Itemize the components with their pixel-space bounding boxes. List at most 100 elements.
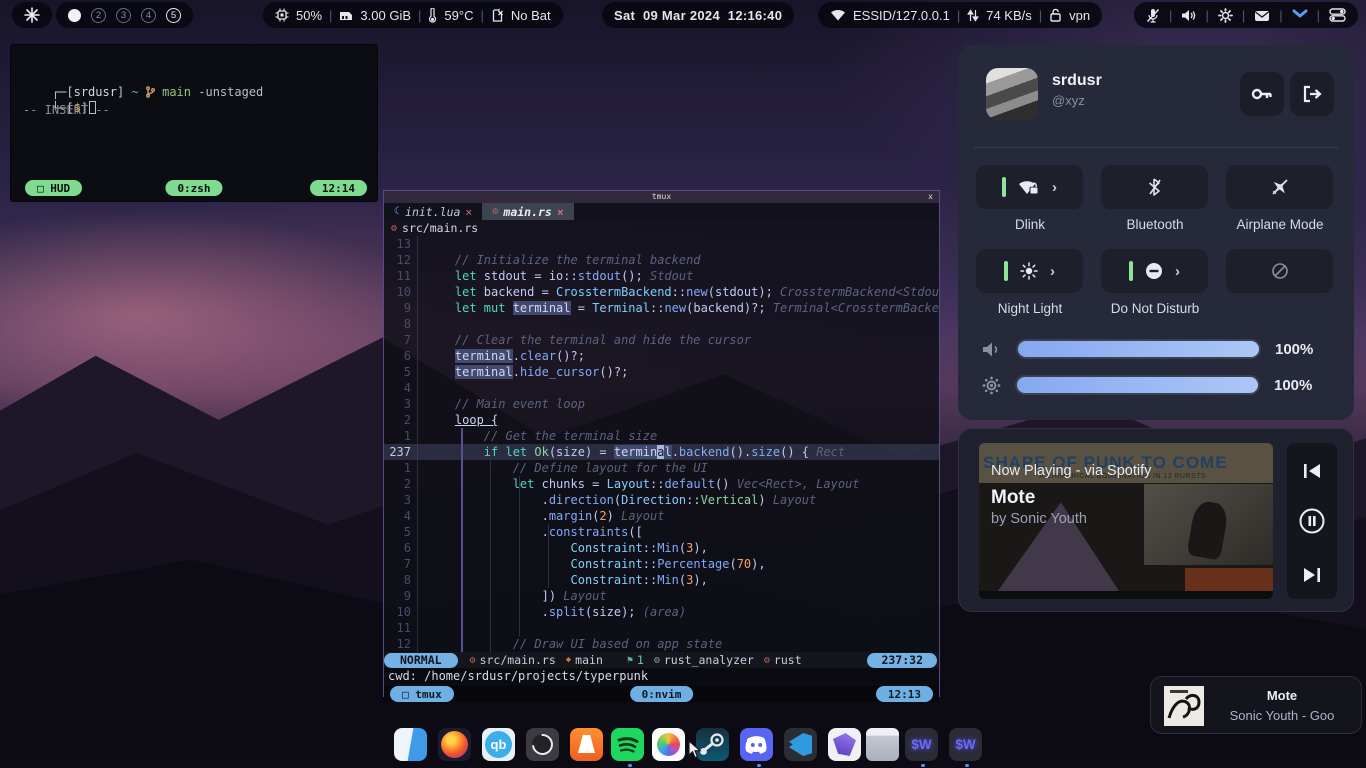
code-line: 2 let chunks = Layout::default() Vec<Rec… (384, 476, 939, 492)
cpu-usage: 50% (296, 8, 322, 23)
cwd-line: cwd: /home/srdusr/projects/typerpunk (384, 668, 939, 684)
vim-mode-pill: NORMAL (384, 653, 458, 668)
next-icon (1302, 567, 1322, 583)
star-launcher-icon[interactable] (24, 7, 40, 23)
previous-track-button[interactable] (1287, 451, 1337, 491)
notification-popup[interactable]: Mote Sonic Youth - Goo (1150, 676, 1362, 734)
tmux-window-pill[interactable]: 0:zsh (165, 180, 222, 196)
close-icon[interactable]: x (928, 192, 933, 201)
next-track-button[interactable] (1287, 555, 1337, 595)
toggle-empty[interactable] (1226, 249, 1333, 293)
rust-icon: ⚙ (764, 655, 770, 666)
statusline: NORMAL ⚙ src/main.rs ◆ main ⚑ 1 ⚙ rust_a… (384, 652, 939, 668)
temperature-icon (428, 8, 437, 23)
dock-obs-icon[interactable] (526, 728, 559, 761)
code-line: 1 // Get the terminal size (384, 428, 939, 444)
wifi-icon (830, 9, 846, 21)
separator: | (1039, 8, 1042, 23)
blank-circle-icon (1271, 262, 1289, 280)
dock-trash-icon[interactable] (866, 728, 899, 761)
microphone-muted-icon[interactable] (1146, 8, 1160, 23)
toggle-label-airplane: Airplane Mode (1215, 217, 1345, 232)
chevron-right-icon[interactable]: › (1175, 263, 1180, 280)
dock-discord-icon[interactable] (740, 728, 773, 761)
workspace-4[interactable]: 4 (141, 8, 156, 23)
separator: | (1242, 8, 1245, 23)
prompt-frame: ] (117, 85, 131, 99)
speaker-icon[interactable] (1181, 9, 1196, 22)
dock-vlc-icon[interactable] (570, 728, 603, 761)
clock-pill[interactable]: Sat 09 Mar 2024 12:16:40 (602, 2, 794, 28)
tmux-session-pill[interactable]: □ tmux (390, 686, 454, 702)
separator: | (1169, 8, 1172, 23)
temperature-value: 59°C (444, 8, 473, 23)
dock-spotify-icon[interactable] (611, 728, 644, 761)
toggles-icon[interactable] (1329, 8, 1346, 22)
tmux-clock-pill: 12:14 (310, 180, 367, 196)
pause-button[interactable] (1287, 501, 1337, 541)
code-line: 12 // Draw UI based on app state (384, 636, 939, 652)
chevron-down-icon[interactable] (1292, 9, 1308, 21)
tab-label: init.lua (405, 205, 460, 219)
wifi-lock-icon (1018, 179, 1040, 196)
workspace-1-active-dot[interactable] (68, 9, 81, 22)
toggle-label-bluetooth: Bluetooth (1090, 217, 1220, 232)
pause-icon (1299, 508, 1325, 534)
dock-qbittorrent-icon[interactable]: qb (482, 728, 515, 761)
toggle-airplane-mode[interactable] (1226, 165, 1333, 209)
running-indicator (757, 764, 761, 767)
dock-firefox-icon[interactable] (438, 728, 471, 761)
volume-slider-row: 100% (982, 339, 1323, 359)
network-speed-icon (967, 9, 979, 22)
chevron-right-icon[interactable]: › (1050, 263, 1055, 280)
network-pill[interactable]: ESSID/127.0.0.1 | 74 KB/s | vpn (818, 2, 1102, 28)
editor-window[interactable]: tmux x ☾ init.lua × ⚙ main.rs × ⚙ src/ma… (383, 190, 940, 697)
launcher-pill[interactable] (12, 2, 52, 28)
toggle-label-dlink: Dlink (965, 217, 1095, 232)
separator: | (1317, 8, 1320, 23)
user-name: srdusr (1052, 72, 1102, 90)
workspace-5[interactable]: 5 (166, 8, 181, 23)
password-key-button[interactable] (1240, 72, 1284, 116)
logout-button[interactable] (1290, 72, 1334, 116)
volume-slider[interactable] (1016, 339, 1261, 359)
dock-sw-app-icon[interactable]: $W (905, 728, 938, 761)
brightness-slider-row: 100% (982, 375, 1322, 395)
volume-value: 100% (1275, 341, 1323, 358)
workspace-3[interactable]: 3 (116, 8, 131, 23)
running-indicator (965, 764, 969, 767)
prompt-branch: main (162, 85, 191, 99)
tmux-session-pill[interactable]: □ HUD (25, 180, 82, 196)
code-line: 8 Constraint::Min(3), (384, 572, 939, 588)
firefox-logo (441, 731, 468, 758)
code-area[interactable]: 1312 // Initialize the terminal backend1… (384, 236, 939, 652)
tab-close-icon[interactable]: × (557, 205, 564, 219)
winbar-breadcrumb: ⚙ src/main.rs (384, 220, 939, 236)
workspace-2[interactable]: 2 (91, 8, 106, 23)
dock-obsidian-icon[interactable] (828, 728, 861, 761)
dock-vscode-icon[interactable] (784, 728, 817, 761)
toggle-bluetooth[interactable] (1101, 165, 1208, 209)
tab-init-lua[interactable]: ☾ init.lua × (384, 203, 482, 220)
dock-photos-icon[interactable] (652, 728, 685, 761)
chevron-right-icon[interactable]: › (1052, 179, 1057, 196)
dock-files-icon[interactable] (394, 728, 427, 761)
tmux-window-pill[interactable]: 0:nvim (630, 686, 694, 702)
settings-gear-icon[interactable] (1218, 8, 1233, 23)
mail-icon[interactable] (1254, 9, 1270, 22)
indent-guide-active (461, 428, 463, 652)
dock-sw-app-icon-2[interactable]: $W (949, 728, 982, 761)
brightness-slider[interactable] (1015, 375, 1260, 395)
minus-circle-icon (1145, 262, 1163, 280)
code-line: 5 .constraints([ (384, 524, 939, 540)
tab-main-rs[interactable]: ⚙ main.rs × (482, 203, 573, 220)
toggle-do-not-disturb[interactable]: › (1101, 249, 1208, 293)
tab-close-icon[interactable]: × (465, 205, 472, 219)
rust-icon: ⚙ (470, 655, 476, 666)
system-stats-pill: 50% | 3.00 GiB | 59°C | No Bat (263, 2, 563, 28)
terminal-window[interactable]: ┌─[srdusr] ~ main -unstaged └─[$] -- INS… (10, 44, 378, 202)
code-line: 11 let stdout = io::stdout(); Stdout (384, 268, 939, 284)
toggle-wifi-dlink[interactable]: › (976, 165, 1083, 209)
toggle-night-light[interactable]: › (976, 249, 1083, 293)
systray-pill: | | | | | (1134, 2, 1358, 28)
